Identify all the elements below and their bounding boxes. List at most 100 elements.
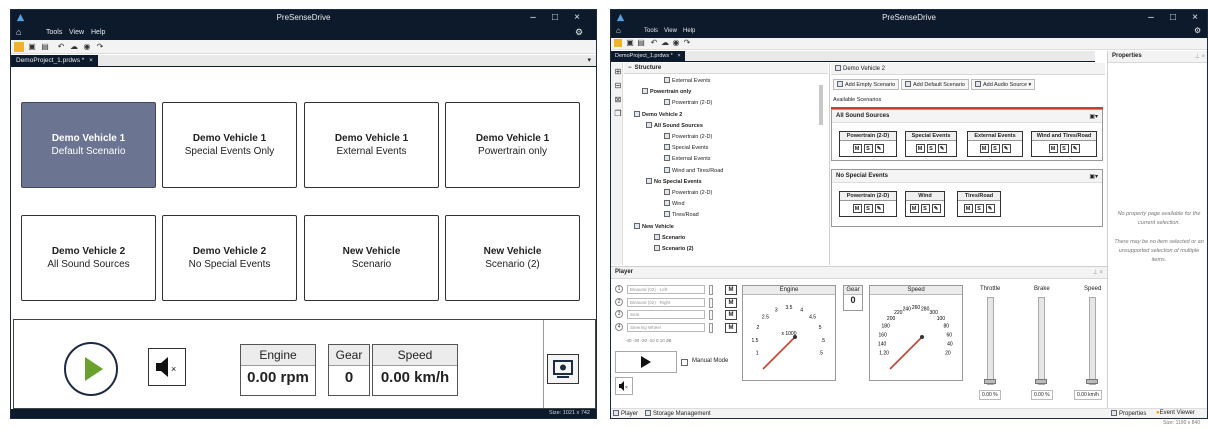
tree-item[interactable]: Wind and Tires/Road	[664, 166, 723, 174]
tree-item[interactable]: External Events	[664, 155, 711, 162]
speed-slider[interactable]	[1089, 297, 1096, 385]
solo-source-button[interactable]: S	[974, 204, 984, 213]
menu-view[interactable]: View	[664, 28, 677, 34]
close-button[interactable]: ×	[567, 12, 587, 23]
channel-name-field[interactable]: Binaural (02) - Right	[627, 297, 705, 307]
minimize-button[interactable]: –	[1141, 12, 1161, 23]
record-icon[interactable]: ◉	[82, 42, 92, 52]
brake-slider-thumb[interactable]	[1035, 379, 1047, 384]
redo-icon[interactable]: ↷	[682, 38, 692, 48]
mute-source-button[interactable]: M	[963, 204, 973, 213]
settings-gear-icon[interactable]: ⚙	[1194, 26, 1201, 35]
edit-source-icon[interactable]: ✎	[874, 204, 884, 213]
minimize-button[interactable]: –	[523, 12, 543, 23]
solo-source-button[interactable]: S	[863, 144, 873, 153]
audio-source-card[interactable]: Powertrain (2-D) M S ✎	[839, 131, 897, 157]
tab-close-icon[interactable]: ×	[89, 57, 93, 64]
tree-item[interactable]: Powertrain (2-D)	[664, 133, 712, 140]
throttle-slider-thumb[interactable]	[984, 379, 996, 384]
speed-slider-thumb[interactable]	[1086, 379, 1098, 384]
tree-scrollbar[interactable]	[819, 85, 823, 125]
pin-icon[interactable]: ⊥ ×	[1093, 269, 1103, 276]
menu-tools[interactable]: Tools	[46, 29, 62, 36]
scenario-card[interactable]: Demo Vehicle 1 Powertrain only	[445, 102, 580, 188]
close-button[interactable]: ×	[1185, 12, 1205, 23]
settings-gear-icon[interactable]: ⚙	[575, 27, 583, 38]
redo-icon[interactable]: ↷	[95, 42, 105, 52]
mute-source-button[interactable]: M	[852, 144, 862, 153]
brake-slider[interactable]	[1038, 297, 1045, 385]
menu-view[interactable]: View	[69, 29, 84, 36]
audio-source-card[interactable]: Wind M S ✎	[905, 191, 945, 217]
tab-properties[interactable]: Properties	[1111, 410, 1146, 417]
tree-item[interactable]: External Events	[664, 77, 711, 84]
tab-close-icon[interactable]: ×	[677, 53, 680, 59]
add-empty-scenario-button[interactable]: Add Empty Scenario	[833, 79, 900, 90]
scenario-card[interactable]: Demo Vehicle 2 All Sound Sources	[21, 215, 156, 301]
menu-help[interactable]: Help	[91, 29, 105, 36]
home-icon[interactable]: ⌂	[16, 27, 21, 37]
solo-source-button[interactable]: S	[1059, 144, 1069, 153]
scenario-card[interactable]: Demo Vehicle 1 Default Scenario	[21, 102, 156, 188]
mute-source-button[interactable]: M	[909, 204, 919, 213]
add-audio-source-button[interactable]: Add Audio Source ▾	[971, 79, 1036, 90]
open-folder-icon[interactable]	[14, 42, 24, 52]
throttle-slider[interactable]	[987, 297, 994, 385]
edit-source-icon[interactable]: ✎	[937, 144, 947, 153]
solo-source-button[interactable]: S	[863, 204, 873, 213]
speed-value[interactable]: 0.00 km/h	[1074, 390, 1102, 400]
tree-item[interactable]: Special Events	[664, 144, 708, 151]
tab-storage-management[interactable]: Storage Management	[645, 410, 711, 417]
manual-mode-checkbox[interactable]	[681, 359, 688, 366]
undo-icon[interactable]: ↶	[56, 42, 66, 52]
throttle-value[interactable]: 0.00 %	[979, 390, 1001, 400]
save-icon[interactable]: ▣	[27, 42, 37, 52]
channel-mute-button[interactable]: M	[725, 297, 737, 308]
maximize-button[interactable]: □	[1163, 12, 1183, 23]
group-menu-icon[interactable]: ▣▾	[1089, 173, 1098, 180]
tree-item[interactable]: All Sound Sources	[646, 121, 703, 129]
mute-button[interactable]: ×	[148, 348, 186, 386]
audio-source-card[interactable]: Wind and Tires/Road M S ✎	[1031, 131, 1097, 157]
channel-name-field[interactable]: Binaural (02) - Left	[627, 285, 705, 294]
document-tab[interactable]: DemoProject_1.prdws * ×	[11, 55, 98, 67]
pin-icon[interactable]: ⊥ ×	[1195, 53, 1205, 60]
menu-help[interactable]: Help	[683, 28, 695, 34]
document-tab[interactable]: DemoProject_1.prdws * ×	[611, 51, 685, 62]
scenario-card[interactable]: New Vehicle Scenario	[304, 215, 439, 301]
tree-item[interactable]: Demo Vehicle 2	[634, 110, 682, 118]
tree-item[interactable]: Scenario	[654, 233, 685, 241]
edit-source-icon[interactable]: ✎	[1070, 144, 1080, 153]
tree-item[interactable]: No Special Events	[646, 177, 702, 185]
audio-source-card[interactable]: Tires/Road M S ✎	[957, 191, 1001, 217]
open-folder-icon[interactable]	[614, 39, 622, 47]
scenario-card[interactable]: New Vehicle Scenario (2)	[445, 215, 580, 301]
add-vehicle-icon[interactable]: ⊞	[613, 67, 623, 77]
channel-name-field[interactable]: Seat	[627, 310, 705, 319]
save-all-icon[interactable]: ▤	[636, 38, 646, 48]
scenario-card[interactable]: Demo Vehicle 2 No Special Events	[162, 215, 297, 301]
scenario-card[interactable]: Demo Vehicle 1 Special Events Only	[162, 102, 297, 188]
mute-source-button[interactable]: M	[1048, 144, 1058, 153]
edit-source-icon[interactable]: ✎	[985, 204, 995, 213]
undo-icon[interactable]: ↶	[649, 38, 659, 48]
add-default-scenario-button[interactable]: Add Default Scenario	[901, 79, 969, 90]
play-button[interactable]	[615, 351, 677, 373]
record-icon[interactable]: ◉	[671, 38, 681, 48]
solo-source-button[interactable]: S	[990, 144, 1000, 153]
menu-tools[interactable]: Tools	[644, 28, 658, 34]
scenario-card[interactable]: Demo Vehicle 1 External Events	[304, 102, 439, 188]
group-menu-icon[interactable]: ▣▾	[1089, 113, 1098, 120]
tree-item[interactable]: Wind	[664, 200, 685, 207]
tab-dropdown-chevron-icon[interactable]: ▾	[587, 56, 591, 64]
channel-mute-button[interactable]: M	[725, 310, 737, 320]
mute-button[interactable]: ×	[615, 377, 633, 395]
mute-source-button[interactable]: M	[979, 144, 989, 153]
edit-source-icon[interactable]: ✎	[874, 144, 884, 153]
solo-source-button[interactable]: S	[920, 204, 930, 213]
audio-source-card[interactable]: Special Events M S ✎	[905, 131, 957, 157]
play-button[interactable]	[64, 342, 118, 396]
maximize-button[interactable]: □	[545, 12, 565, 23]
add-scenario-icon[interactable]: ⊟	[613, 81, 623, 91]
channel-mute-button[interactable]: M	[725, 285, 737, 295]
